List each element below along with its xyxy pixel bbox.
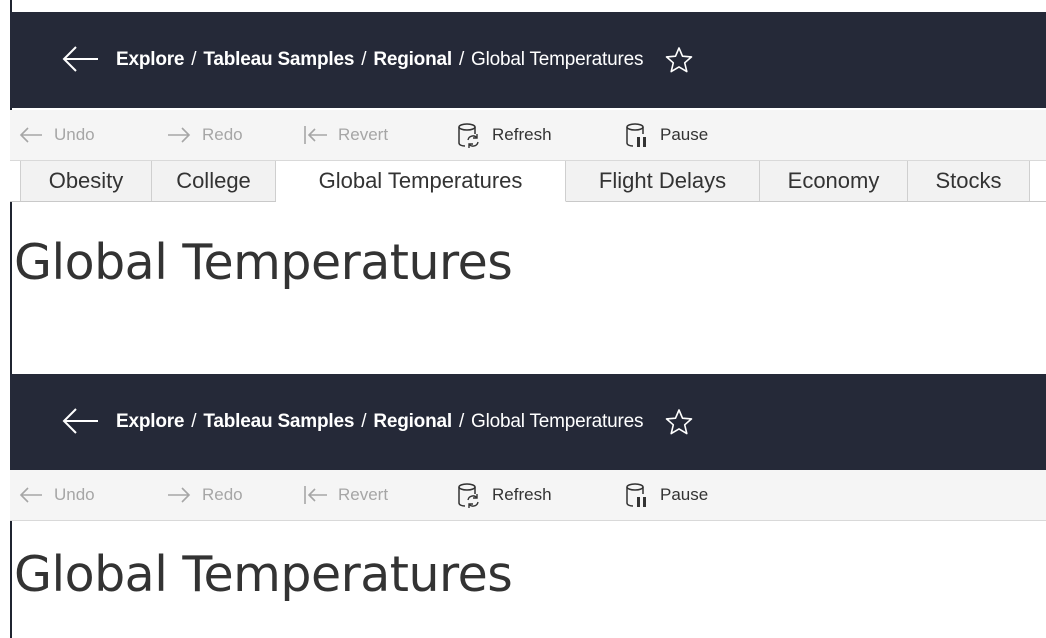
star-icon[interactable] [665,408,693,436]
tab-college[interactable]: College [152,161,276,201]
breadcrumb: Explore / Tableau Samples / Regional / G… [116,374,693,470]
breadcrumb-separator: / [191,49,197,70]
back-arrow-icon[interactable] [60,44,100,74]
revert-label: Revert [338,485,389,504]
revert-icon [304,486,327,504]
pause-label: Pause [660,485,709,504]
breadcrumb-separator: / [191,411,197,432]
header-bar: Explore / Tableau Samples / Regional / G… [10,374,1046,470]
refresh-label: Refresh [492,485,552,504]
sheet-title: Global Temperatures [14,234,513,291]
pause-database-icon [626,123,646,147]
breadcrumb-tableau-samples[interactable]: Tableau Samples [203,411,354,433]
revert-button[interactable]: Revert [302,110,388,160]
breadcrumb-regional[interactable]: Regional [373,411,452,433]
undo-arrow-icon [19,127,42,143]
redo-button[interactable]: Redo [166,110,243,160]
star-icon[interactable] [665,46,693,74]
redo-button[interactable]: Redo [166,470,243,520]
breadcrumb-separator: / [361,411,367,432]
toolbar: Undo Redo Revert Refresh Pause [10,470,1046,521]
sheet-tabs: Obesity College Global Temperatures Flig… [10,161,1046,202]
toolbar: Undo Redo Revert Refresh Pause [10,110,1046,161]
pause-button[interactable]: Pause [624,110,708,160]
refresh-label: Refresh [492,125,552,144]
header-bar: Explore / Tableau Samples / Regional / G… [10,12,1046,108]
sheet-title: Global Temperatures [14,546,513,603]
breadcrumb-explore[interactable]: Explore [116,49,184,71]
redo-arrow-icon [168,487,191,503]
revert-label: Revert [338,125,389,144]
refresh-database-icon [458,483,479,508]
tab-economy[interactable]: Economy [760,161,908,201]
back-arrow-icon[interactable] [60,406,100,436]
redo-arrow-icon [168,127,191,143]
refresh-database-icon [458,123,479,148]
breadcrumb-separator: / [361,49,367,70]
revert-button[interactable]: Revert [302,470,388,520]
redo-label: Redo [202,485,243,504]
refresh-button[interactable]: Refresh [456,110,552,160]
pause-database-icon [626,483,646,507]
breadcrumb: Explore / Tableau Samples / Regional / G… [116,12,693,108]
breadcrumb-current: Global Temperatures [471,49,644,70]
redo-label: Redo [202,125,243,144]
pause-label: Pause [660,125,709,144]
tab-global-temperatures[interactable]: Global Temperatures [276,161,566,202]
undo-label: Undo [54,125,95,144]
breadcrumb-separator: / [458,411,465,432]
undo-button[interactable]: Undo [18,110,95,160]
revert-icon [304,126,327,144]
pause-button[interactable]: Pause [624,470,708,520]
tab-obesity[interactable]: Obesity [20,161,152,201]
breadcrumb-tableau-samples[interactable]: Tableau Samples [203,49,354,71]
undo-button[interactable]: Undo [18,470,95,520]
refresh-button[interactable]: Refresh [456,470,552,520]
undo-arrow-icon [19,487,42,503]
tab-flight-delays[interactable]: Flight Delays [566,161,760,201]
undo-label: Undo [54,485,95,504]
breadcrumb-current: Global Temperatures [471,411,644,432]
tab-stocks[interactable]: Stocks [908,161,1030,201]
screenshot-frame: Explore / Tableau Samples / Regional / G… [10,0,1046,638]
breadcrumb-explore[interactable]: Explore [116,411,184,433]
breadcrumb-regional[interactable]: Regional [373,49,452,71]
breadcrumb-separator: / [458,49,465,70]
